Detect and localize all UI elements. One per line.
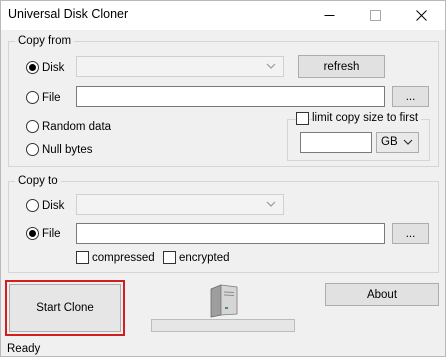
target-browse-button[interactable]: ... — [392, 223, 429, 244]
maximize-icon — [369, 10, 381, 21]
minimize-button[interactable] — [307, 1, 351, 30]
source-random-radio[interactable] — [26, 120, 39, 133]
chevron-down-icon — [266, 201, 276, 207]
close-button[interactable] — [399, 1, 443, 30]
start-clone-button[interactable]: Start Clone — [9, 284, 121, 332]
target-file-radio[interactable] — [26, 227, 39, 240]
close-icon — [415, 10, 427, 21]
encrypted-checkbox[interactable] — [163, 251, 176, 264]
source-random-label: Random data — [42, 121, 112, 133]
about-button[interactable]: About — [325, 283, 439, 306]
source-disk-select[interactable] — [76, 56, 284, 77]
source-browse-button[interactable]: ... — [392, 86, 429, 107]
title-bar: Universal Disk Cloner — [1, 1, 445, 30]
compressed-label: compressed — [92, 252, 155, 264]
maximize-button[interactable] — [353, 1, 397, 30]
chevron-down-icon — [403, 139, 413, 145]
window-title: Universal Disk Cloner — [8, 7, 129, 21]
chevron-down-icon — [266, 63, 276, 69]
limit-size-checkbox[interactable] — [296, 112, 309, 125]
copy-to-legend: Copy to — [15, 174, 61, 188]
target-disk-select[interactable] — [76, 194, 284, 215]
compressed-checkbox[interactable] — [76, 251, 89, 264]
source-null-radio[interactable] — [26, 143, 39, 156]
size-unit-select[interactable]: GB — [376, 132, 419, 153]
target-file-input[interactable] — [76, 223, 385, 244]
target-disk-radio[interactable] — [26, 199, 39, 212]
source-file-label: File — [42, 92, 61, 104]
source-disk-radio[interactable] — [26, 61, 39, 74]
source-disk-label: Disk — [42, 62, 65, 74]
target-disk-label: Disk — [42, 200, 65, 212]
encrypted-label: encrypted — [179, 252, 230, 264]
copy-from-legend: Copy from — [15, 34, 75, 48]
refresh-button[interactable]: refresh — [298, 55, 385, 78]
minimize-icon — [324, 15, 334, 16]
target-file-label: File — [42, 228, 61, 240]
app-window: Universal Disk Cloner Copy from Disk ref… — [0, 0, 446, 357]
disk-drive-icon — [210, 284, 238, 318]
source-file-radio[interactable] — [26, 91, 39, 104]
source-null-label: Null bytes — [42, 144, 93, 156]
limit-size-label: limit copy size to first — [312, 111, 422, 125]
limit-size-input[interactable] — [300, 132, 372, 153]
clone-progress-bar — [151, 319, 295, 332]
source-file-input[interactable] — [76, 86, 385, 107]
size-unit-value: GB — [381, 136, 398, 148]
status-text: Ready — [7, 343, 41, 355]
